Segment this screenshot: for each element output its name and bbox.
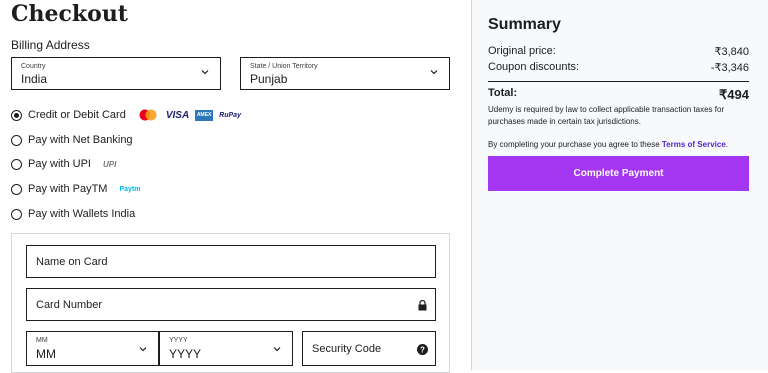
radio-button[interactable] [11,109,22,121]
coupon-label: Coupon discounts: [488,61,580,73]
chevron-down-icon [139,347,147,352]
chevron-down-icon [201,70,209,75]
original-price-row: Original price: ₹3,840 [488,45,749,58]
mastercard-icon [139,109,157,121]
summary-divider [488,81,749,82]
coupon-row: Coupon discounts: -₹3,346 [488,61,749,74]
upi-logo: UPI [102,159,117,169]
payment-option-label: Pay with Net Banking [28,134,133,146]
expiry-month-select[interactable]: MM MM [26,331,159,366]
expiry-year-label: YYYY [169,337,188,344]
terms-of-service-link[interactable]: Terms of Service [662,140,726,149]
expiry-year-select[interactable]: YYYY YYYY [159,331,293,366]
country-select-value: India [21,72,48,86]
payment-option-label: Pay with Wallets India [28,208,136,220]
card-number-placeholder: Card Number [36,298,103,311]
terms-notice: By completing your purchase you agree to… [488,139,749,151]
svg-text:?: ? [420,346,425,355]
payment-option-label: Pay with UPI [28,158,91,170]
total-row: Total: ₹494 [488,87,749,103]
card-number-input[interactable]: Card Number [26,288,436,321]
state-select-label: State / Union Territory [250,63,318,70]
paytm-logo: Paytm [119,185,141,193]
complete-payment-button[interactable]: Complete Payment [488,156,749,191]
radio-button[interactable] [11,158,22,170]
security-code-placeholder: Security Code [312,342,382,355]
expiry-year-value: YYYY [169,347,202,361]
payment-option-wallets[interactable]: Pay with Wallets India [11,206,147,222]
coupon-value: -₹3,346 [710,62,749,74]
country-select[interactable]: Country India [11,57,221,90]
chevron-down-icon [430,70,438,75]
visa-logo: VISA [165,109,190,121]
help-icon[interactable]: ? [417,344,428,355]
name-on-card-input[interactable]: Name on Card [26,245,436,278]
lock-icon [418,300,427,311]
payment-option-label: Credit or Debit Card [28,109,126,121]
rupay-logo: RuPay [219,111,241,119]
country-select-label: Country [21,63,46,70]
chevron-down-icon [273,347,281,352]
expiry-month-label: MM [36,337,48,344]
payment-option-upi[interactable]: Pay with UPI UPI [11,156,116,172]
expiry-month-value: MM [36,347,56,361]
payment-option-card[interactable]: Credit or Debit Card VISA AMEX RuPay [11,107,241,123]
state-select-value: Punjab [250,72,288,86]
total-label: Total: [488,87,518,99]
total-value: ₹494 [719,87,749,102]
summary-title: Summary [488,16,561,33]
original-price-label: Original price: [488,45,556,57]
security-code-input[interactable]: Security Code ? [302,331,436,366]
name-on-card-placeholder: Name on Card [36,255,108,268]
original-price-value: ₹3,840 [714,46,749,58]
billing-address-label: Billing Address [11,38,90,52]
page-title: Checkout [11,1,128,27]
state-select[interactable]: State / Union Territory Punjab [240,57,450,90]
terms-prefix: By completing your purchase you agree to… [488,140,662,149]
radio-button[interactable] [11,208,22,220]
radio-button[interactable] [11,183,22,195]
tax-note: Udemy is required by law to collect appl… [488,105,725,126]
payment-option-paytm[interactable]: Pay with PayTM Paytm [11,181,140,197]
radio-button[interactable] [11,134,22,146]
terms-suffix: . [725,140,729,149]
amex-logo: AMEX [195,109,214,121]
payment-option-netbanking[interactable]: Pay with Net Banking [11,132,145,148]
payment-option-label: Pay with PayTM [28,183,108,195]
